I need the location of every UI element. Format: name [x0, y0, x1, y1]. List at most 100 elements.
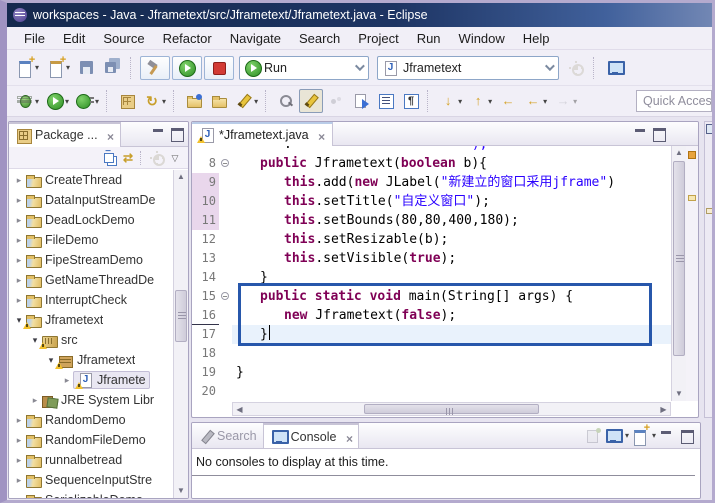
- next-annotation-button[interactable]: ↓▾: [436, 89, 465, 113]
- launch-config-combo[interactable]: J Jframetext: [377, 56, 559, 80]
- code-line-19[interactable]: 19}: [192, 363, 671, 382]
- new-wizard-button[interactable]: ▾: [44, 56, 73, 80]
- scroll-up-icon[interactable]: ▲: [672, 146, 686, 160]
- tab-package-explorer[interactable]: Package ... ×: [9, 122, 121, 147]
- chevron-collapsed-icon[interactable]: ▸: [13, 415, 25, 426]
- annotation-marker[interactable]: [688, 195, 696, 201]
- whitespace-button[interactable]: ¶: [399, 89, 423, 113]
- save-button[interactable]: [75, 56, 99, 80]
- fold-collapse-icon[interactable]: −: [221, 292, 229, 300]
- minimize-icon[interactable]: [150, 125, 168, 143]
- menu-navigate[interactable]: Navigate: [221, 29, 290, 48]
- line-number[interactable]: 17: [192, 325, 219, 344]
- collapse-all-icon[interactable]: [101, 149, 119, 167]
- occurrence-marker[interactable]: [688, 151, 696, 159]
- close-icon[interactable]: ×: [313, 128, 325, 142]
- line-number[interactable]: 9: [192, 173, 219, 192]
- code-line-9[interactable]: 9 this.add(new JLabel("新建立的窗口采用jframe"): [192, 173, 671, 192]
- view-menu-icon[interactable]: ▽: [166, 149, 184, 167]
- scroll-left-icon[interactable]: ◀: [233, 403, 246, 416]
- refresh-button[interactable]: ↻▾: [140, 89, 169, 113]
- java-project-button[interactable]: [115, 89, 139, 113]
- open-console-icon[interactable]: [631, 427, 649, 445]
- tree-scrollbar[interactable]: ▲ ▼: [173, 170, 188, 498]
- open-resource-button[interactable]: [207, 89, 231, 113]
- tree-item-createthread[interactable]: ▸CreateThread: [9, 170, 188, 190]
- minimize-icon[interactable]: [658, 427, 676, 445]
- chevron-collapsed-icon[interactable]: ▸: [13, 295, 25, 306]
- search-tool-button[interactable]: [274, 89, 298, 113]
- chevron-collapsed-icon[interactable]: ▸: [13, 475, 25, 486]
- tree-item-runnalbetread[interactable]: ▸runnalbetread: [9, 450, 188, 470]
- code-line-11[interactable]: 11this.setBounds(80,80,400,180);: [192, 211, 671, 230]
- code-text[interactable]: this.setVisible(true);: [232, 249, 671, 268]
- code-line-14[interactable]: 14}: [192, 268, 671, 287]
- menu-help[interactable]: Help: [514, 29, 559, 48]
- minimize-icon[interactable]: [632, 125, 650, 143]
- chevron-collapsed-icon[interactable]: ▸: [13, 275, 25, 286]
- menu-search[interactable]: Search: [290, 29, 349, 48]
- run-mode-combo[interactable]: Run: [239, 56, 369, 80]
- tree-item-interruptcheck[interactable]: ▸InterruptCheck: [9, 290, 188, 310]
- code-line-8[interactable]: 8−public Jframetext(boolean b){: [192, 154, 671, 173]
- chevron-collapsed-icon[interactable]: ▸: [29, 395, 41, 406]
- maximize-icon[interactable]: [650, 125, 668, 143]
- launch-settings-button[interactable]: [564, 56, 588, 80]
- line-number[interactable]: 19: [192, 363, 219, 382]
- line-number[interactable]: 18: [192, 344, 219, 363]
- code-line-17[interactable]: 17}: [192, 325, 671, 344]
- line-number[interactable]: 14: [192, 268, 219, 287]
- maximize-icon[interactable]: [168, 125, 186, 143]
- code-text[interactable]: new Jframetext(false);: [232, 306, 671, 325]
- code-line-16[interactable]: 16new Jframetext(false);: [192, 306, 671, 325]
- build-button[interactable]: [140, 56, 170, 80]
- scroll-down-icon[interactable]: ▼: [672, 387, 686, 401]
- tab-search[interactable]: Search: [192, 423, 264, 448]
- code-text[interactable]: public Jframetext(boolean b){: [232, 154, 671, 173]
- maximize-icon[interactable]: [678, 427, 696, 445]
- tree-item-randomdemo[interactable]: ▸RandomDemo: [9, 410, 188, 430]
- chevron-collapsed-icon[interactable]: ▸: [13, 235, 25, 246]
- tree-item-deadlockdemo[interactable]: ▸DeadLockDemo: [9, 210, 188, 230]
- highlighter-button[interactable]: ▾: [232, 89, 261, 113]
- line-number[interactable]: 20: [192, 382, 219, 401]
- close-icon[interactable]: ×: [340, 430, 352, 444]
- coverage-button[interactable]: ▾: [73, 89, 102, 113]
- run-application-button[interactable]: [172, 56, 202, 80]
- code-text[interactable]: this.add(new JLabel("新建立的窗口采用jframe"): [232, 173, 671, 192]
- line-number[interactable]: 15: [192, 287, 219, 306]
- editor-vertical-scrollbar[interactable]: ▲ ▼: [671, 146, 686, 401]
- tab-jframetext-java[interactable]: J *Jframetext.java ×: [192, 122, 333, 146]
- perspective-button[interactable]: [603, 56, 627, 80]
- line-number[interactable]: 11: [192, 211, 219, 230]
- new-button[interactable]: ▾: [13, 56, 42, 80]
- tree-item-sequenceinputstre[interactable]: ▸SequenceInputStre: [9, 470, 188, 490]
- back-button[interactable]: ←▾: [521, 89, 550, 113]
- tab-console[interactable]: Console ×: [264, 423, 360, 448]
- line-number[interactable]: 8: [192, 154, 219, 173]
- mark-occurrences-button[interactable]: [299, 89, 323, 113]
- code-editor[interactable]: . ");8−public Jframetext(boolean b){9thi…: [192, 146, 671, 401]
- code-text[interactable]: }: [232, 325, 671, 344]
- code-text[interactable]: }: [232, 268, 671, 287]
- show-source-button[interactable]: [374, 89, 398, 113]
- code-text[interactable]: public static void main(String[] args) {: [232, 287, 671, 306]
- line-number[interactable]: 12: [192, 230, 219, 249]
- code-line-15[interactable]: 15−public static void main(String[] args…: [192, 287, 671, 306]
- tree-item-jframetext[interactable]: ▾Jframetext: [9, 350, 188, 370]
- chevron-collapsed-icon[interactable]: ▸: [13, 175, 25, 186]
- code-text[interactable]: }: [232, 363, 671, 382]
- stop-button[interactable]: [204, 56, 234, 80]
- tree-item-jframete[interactable]: ▸JJframete: [9, 370, 188, 390]
- chevron-collapsed-icon[interactable]: ▸: [13, 455, 25, 466]
- menu-run[interactable]: Run: [408, 29, 450, 48]
- tree-item-randomfiledemo[interactable]: ▸RandomFileDemo: [9, 430, 188, 450]
- code-text[interactable]: this.setTitle("自定义窗口");: [232, 192, 671, 211]
- tree-item-datainputstreamde[interactable]: ▸DataInputStreamDe: [9, 190, 188, 210]
- line-number[interactable]: 13: [192, 249, 219, 268]
- scrollbar-thumb[interactable]: [364, 404, 539, 414]
- small-gray-button[interactable]: [324, 89, 348, 113]
- tree-item-src[interactable]: ▾src: [9, 330, 188, 350]
- quick-access-box[interactable]: Quick Access: [636, 90, 712, 112]
- title-bar[interactable]: workspaces - Java - Jframetext/src/Jfram…: [7, 3, 712, 27]
